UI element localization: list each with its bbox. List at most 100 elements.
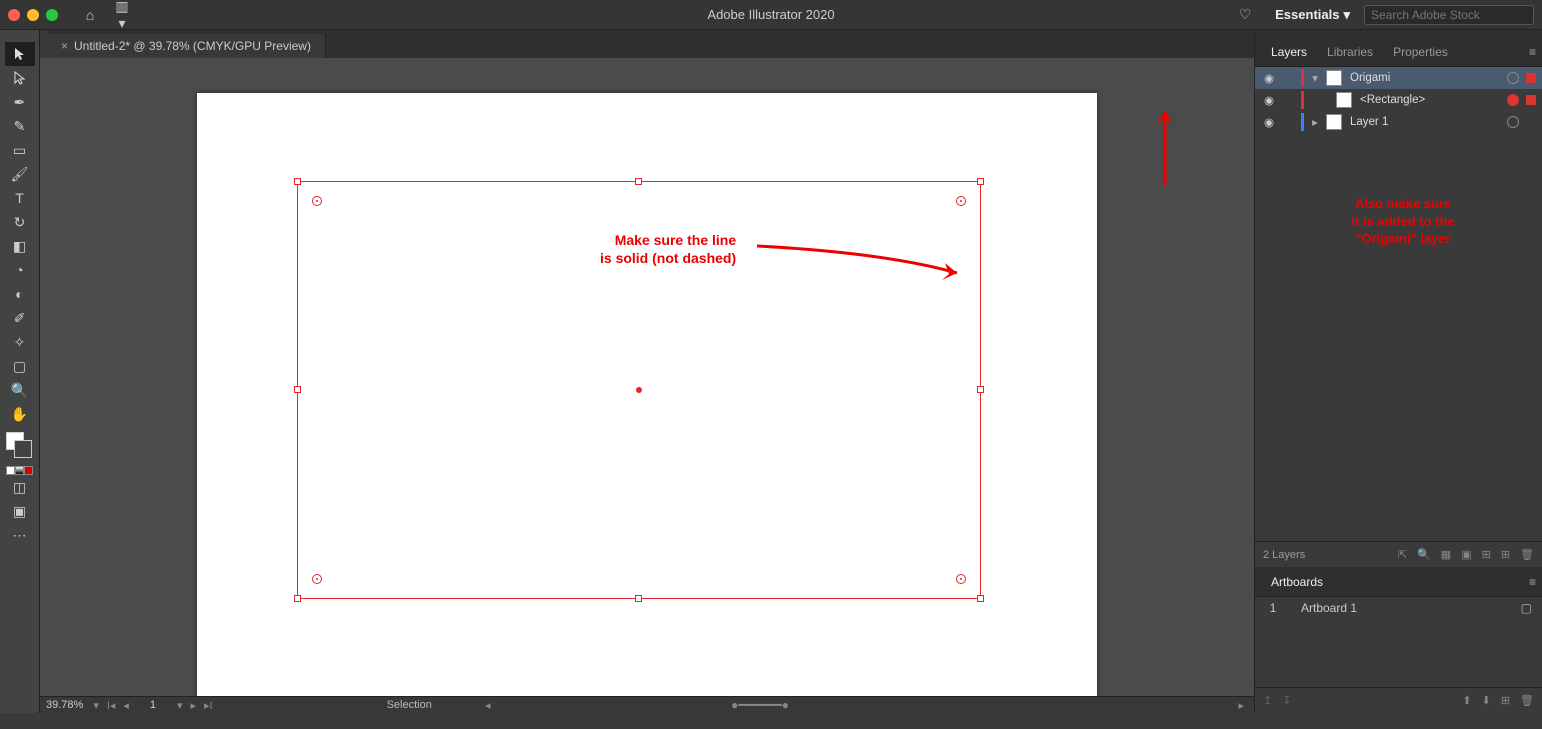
artboard-nav-dropdown-icon[interactable]: ▾ [173, 699, 187, 712]
expand-toggle[interactable]: ▾ [1308, 71, 1322, 85]
delete-layer-icon[interactable]: 🗑 [1520, 548, 1534, 561]
reorder-down-icon[interactable]: ⬇ [1482, 694, 1491, 707]
collect-layer-icon[interactable]: ▦ [1441, 548, 1451, 561]
layers-list: ◉ ▾ Origami ◉ <Rectangle> [1255, 67, 1542, 133]
document-tab-title: Untitled-2* @ 39.78% (CMYK/GPU Preview) [74, 39, 311, 53]
artboard-name[interactable]: Artboard 1 [1301, 601, 1357, 615]
new-layer-icon[interactable]: ⊞ [1501, 548, 1510, 561]
zoom-tool[interactable]: 🔍 [5, 378, 35, 402]
layers-footer: 2 Layers ⇱ 🔍 ▦ ▣ ⊞ ⊞ 🗑 [1255, 541, 1542, 567]
symbol-sprayer-tool[interactable]: ✧ [5, 330, 35, 354]
layer-name[interactable]: Origami [1346, 72, 1503, 84]
rectangle-tool[interactable]: ▭ [5, 138, 35, 162]
layer-thumbnail [1326, 114, 1342, 130]
selection-tool[interactable] [5, 42, 35, 66]
workspace-switcher[interactable]: Essentials ▾ [1275, 7, 1350, 23]
fill-stroke-control[interactable] [6, 432, 34, 460]
expand-toggle[interactable]: ▸ [1308, 115, 1322, 129]
artboard-index: 1 [1265, 601, 1281, 615]
draw-mode-control[interactable]: ◫ [5, 475, 35, 499]
resize-handle[interactable] [294, 178, 301, 185]
search-input[interactable] [1364, 5, 1534, 25]
lightbulb-icon[interactable]: ♡ [1235, 6, 1255, 23]
new-artboard-icon[interactable]: ⊞ [1501, 694, 1510, 707]
panel-menu-icon[interactable]: ≡ [1529, 575, 1536, 589]
resize-handle[interactable] [294, 386, 301, 393]
arrange-docs-icon[interactable]: ▥ ▾ [112, 0, 132, 32]
tab-artboards[interactable]: Artboards [1261, 575, 1333, 589]
layer-row-rectangle[interactable]: ◉ <Rectangle> [1255, 89, 1542, 111]
edit-toolbar-button[interactable]: ⋯ [5, 523, 35, 547]
resize-handle[interactable] [635, 595, 642, 602]
move-up-icon[interactable]: ↥ [1263, 694, 1272, 707]
layer-name[interactable]: <Rectangle> [1356, 94, 1503, 106]
visibility-toggle[interactable]: ◉ [1261, 115, 1277, 129]
close-window-button[interactable] [8, 9, 20, 21]
resize-handle[interactable] [977, 178, 984, 185]
first-artboard-nav[interactable]: I◂ [103, 699, 120, 712]
layer-row-origami[interactable]: ◉ ▾ Origami [1255, 67, 1542, 89]
hand-tool[interactable]: ✋ [5, 402, 35, 426]
direct-selection-tool[interactable] [5, 66, 35, 90]
artboard-tool[interactable]: ▢ [5, 354, 35, 378]
screen-mode-control[interactable]: ▣ [5, 499, 35, 523]
color-mode-control[interactable] [6, 466, 33, 475]
resize-handle[interactable] [294, 595, 301, 602]
paintbrush-tool[interactable]: 🖌 [5, 162, 35, 186]
gradient-tool[interactable]: ◐ [5, 282, 35, 306]
eraser-tool[interactable]: ◧ [5, 234, 35, 258]
layer-name[interactable]: Layer 1 [1346, 116, 1503, 128]
layer-thumbnail [1326, 70, 1342, 86]
layer-row-layer1[interactable]: ◉ ▸ Layer 1 [1255, 111, 1542, 133]
close-tab-icon[interactable]: × [61, 39, 68, 53]
make-clip-icon[interactable]: ▣ [1461, 548, 1471, 561]
resize-handle[interactable] [977, 595, 984, 602]
type-tool[interactable]: T [5, 186, 35, 210]
scroll-right-icon[interactable]: ▸ [1234, 699, 1248, 712]
shape-builder-tool[interactable]: ◔ [5, 258, 35, 282]
window-controls [8, 9, 58, 21]
new-sublayer-icon[interactable]: ⊞ [1482, 548, 1491, 561]
resize-handle[interactable] [977, 386, 984, 393]
tab-layers[interactable]: Layers [1261, 45, 1317, 59]
minimize-window-button[interactable] [27, 9, 39, 21]
panel-menu-icon[interactable]: ≡ [1529, 45, 1536, 59]
canvas-viewport[interactable]: Make sure the line is solid (not dashed) [40, 58, 1254, 696]
artboards-footer: ↥ ↧ ⬆ ⬇ ⊞ 🗑 [1255, 687, 1542, 713]
delete-artboard-icon[interactable]: 🗑 [1520, 694, 1534, 707]
prev-artboard-nav[interactable]: ◂ [119, 699, 133, 712]
visibility-toggle[interactable]: ◉ [1261, 71, 1277, 85]
curvature-tool[interactable]: ✎ [5, 114, 35, 138]
app-title: Adobe Illustrator 2020 [707, 7, 834, 22]
maximize-window-button[interactable] [46, 9, 58, 21]
target-icon[interactable] [1507, 94, 1519, 106]
pen-tool[interactable]: ✒ [5, 90, 35, 114]
last-artboard-nav[interactable]: ▸I [200, 699, 217, 712]
artboard-options-icon[interactable]: ▢ [1521, 601, 1532, 615]
artboard-nav-field[interactable] [133, 699, 173, 711]
hscrollbar[interactable]: ●━━━━━━● [731, 698, 789, 712]
resize-handle[interactable] [635, 178, 642, 185]
search-layer-icon[interactable]: 🔍 [1417, 548, 1431, 561]
locate-object-icon[interactable]: ⇱ [1398, 548, 1407, 561]
home-icon[interactable]: ⌂ [80, 7, 100, 23]
move-down-icon[interactable]: ↧ [1282, 694, 1291, 707]
visibility-toggle[interactable]: ◉ [1261, 93, 1277, 107]
rotate-tool[interactable]: ↻ [5, 210, 35, 234]
artboard-row[interactable]: 1 Artboard 1 ▢ [1255, 597, 1542, 619]
scroll-left-icon[interactable]: ◂ [481, 699, 495, 712]
tab-libraries[interactable]: Libraries [1317, 45, 1383, 59]
current-tool-label: Selection [387, 699, 432, 711]
reorder-up-icon[interactable]: ⬆ [1462, 694, 1471, 707]
eyedropper-tool[interactable]: ✐ [5, 306, 35, 330]
next-artboard-nav[interactable]: ▸ [186, 699, 200, 712]
registration-mark [312, 196, 322, 206]
target-icon[interactable] [1507, 72, 1519, 84]
document-tab[interactable]: × Untitled-2* @ 39.78% (CMYK/GPU Preview… [47, 34, 326, 58]
zoom-level[interactable]: 39.78% [40, 699, 89, 711]
center-point [636, 387, 642, 393]
zoom-dropdown-icon[interactable]: ▾ [89, 699, 103, 712]
target-icon[interactable] [1507, 116, 1519, 128]
chevron-down-icon: ▾ [1343, 7, 1350, 23]
tab-properties[interactable]: Properties [1383, 45, 1458, 59]
